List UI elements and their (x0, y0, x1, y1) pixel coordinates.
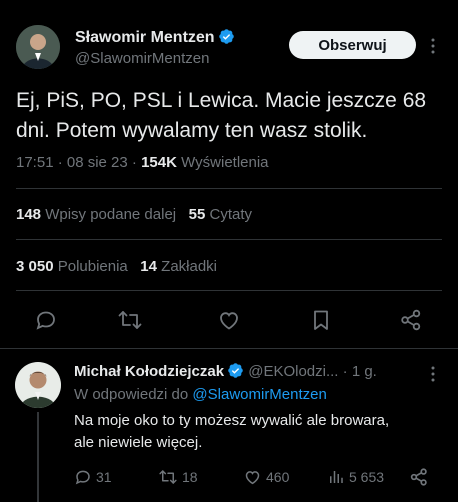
author-name[interactable]: Sławomir Mentzen (75, 28, 235, 47)
reply-text-line: ale niewiele więcej. (74, 434, 203, 451)
tweet-meta: 17:51 · 08 sie 23 · 154K Wyświetlenia (16, 154, 269, 171)
like-stats: 3 050 Polubienia 14 Zakładki (16, 258, 217, 275)
views-count: 154K (141, 154, 177, 171)
divider (16, 290, 442, 291)
likes-link[interactable]: 3 050 Polubienia (16, 258, 128, 275)
divider (16, 239, 442, 240)
bookmarks-link[interactable]: 14 Zakładki (140, 258, 217, 275)
repost-icon[interactable] (117, 308, 143, 332)
reply-header: Michał Kołodziejczak @EKOlodzi... · 1 g. (74, 362, 377, 380)
reply-icon[interactable] (34, 308, 58, 332)
repost-stats: 148 Wpisy podane dalej 55 Cytaty (16, 206, 252, 223)
repost-icon (158, 468, 178, 486)
replying-to-link[interactable]: @SlawomirMentzen (192, 386, 326, 403)
more-vertical-icon[interactable] (430, 38, 436, 54)
reply-replies[interactable]: 31 (74, 468, 112, 486)
reply-timestamp[interactable]: · 1 g. (343, 363, 377, 380)
reply-author-avatar[interactable] (15, 362, 61, 408)
views-label: Wyświetlenia (181, 154, 269, 171)
like-icon[interactable] (217, 308, 241, 332)
reply-text-line: Na moje oko to ty możesz wywalić ale bro… (74, 412, 390, 429)
section-divider (0, 348, 458, 349)
reposts-link[interactable]: 148 Wpisy podane dalej (16, 206, 176, 223)
author-handle[interactable]: @SlawomirMentzen (75, 50, 209, 67)
divider (16, 188, 442, 189)
reply-views[interactable]: 5 653 (327, 468, 384, 486)
share-icon[interactable] (409, 467, 429, 487)
verified-badge-icon (227, 362, 244, 379)
reply-author-name[interactable]: Michał Kołodziejczak (74, 363, 224, 380)
more-vertical-icon[interactable] (430, 366, 436, 382)
views-icon (327, 468, 345, 486)
tweet-text: Ej, PiS, PO, PSL i Lewica. Macie jeszcze… (16, 86, 446, 146)
replying-to: W odpowiedzi do @SlawomirMentzen (74, 386, 327, 403)
reply-reposts[interactable]: 18 (158, 468, 198, 486)
reply-likes[interactable]: 460 (243, 468, 289, 486)
verified-badge-icon (218, 28, 235, 45)
quotes-link[interactable]: 55 Cytaty (189, 206, 252, 223)
reply-author-handle[interactable]: @EKOlodzi... (248, 363, 338, 380)
like-icon (243, 468, 262, 486)
bookmark-icon[interactable] (309, 308, 333, 332)
tweet-timestamp[interactable]: 17:51 · 08 sie 23 · (16, 154, 137, 171)
follow-button[interactable]: Obserwuj (289, 31, 416, 59)
tweet-text-line: Ej, PiS, PO, PSL i Lewica. Macie jeszcze… (16, 89, 427, 112)
share-icon[interactable] (399, 308, 423, 332)
tweet-text-line: dni. Potem wywalamy ten wasz stolik. (16, 119, 368, 142)
reply-text: Na moje oko to ty możesz wywalić ale bro… (74, 410, 454, 454)
author-avatar[interactable] (16, 25, 60, 69)
reply-icon (74, 468, 92, 486)
thread-line (37, 412, 39, 502)
